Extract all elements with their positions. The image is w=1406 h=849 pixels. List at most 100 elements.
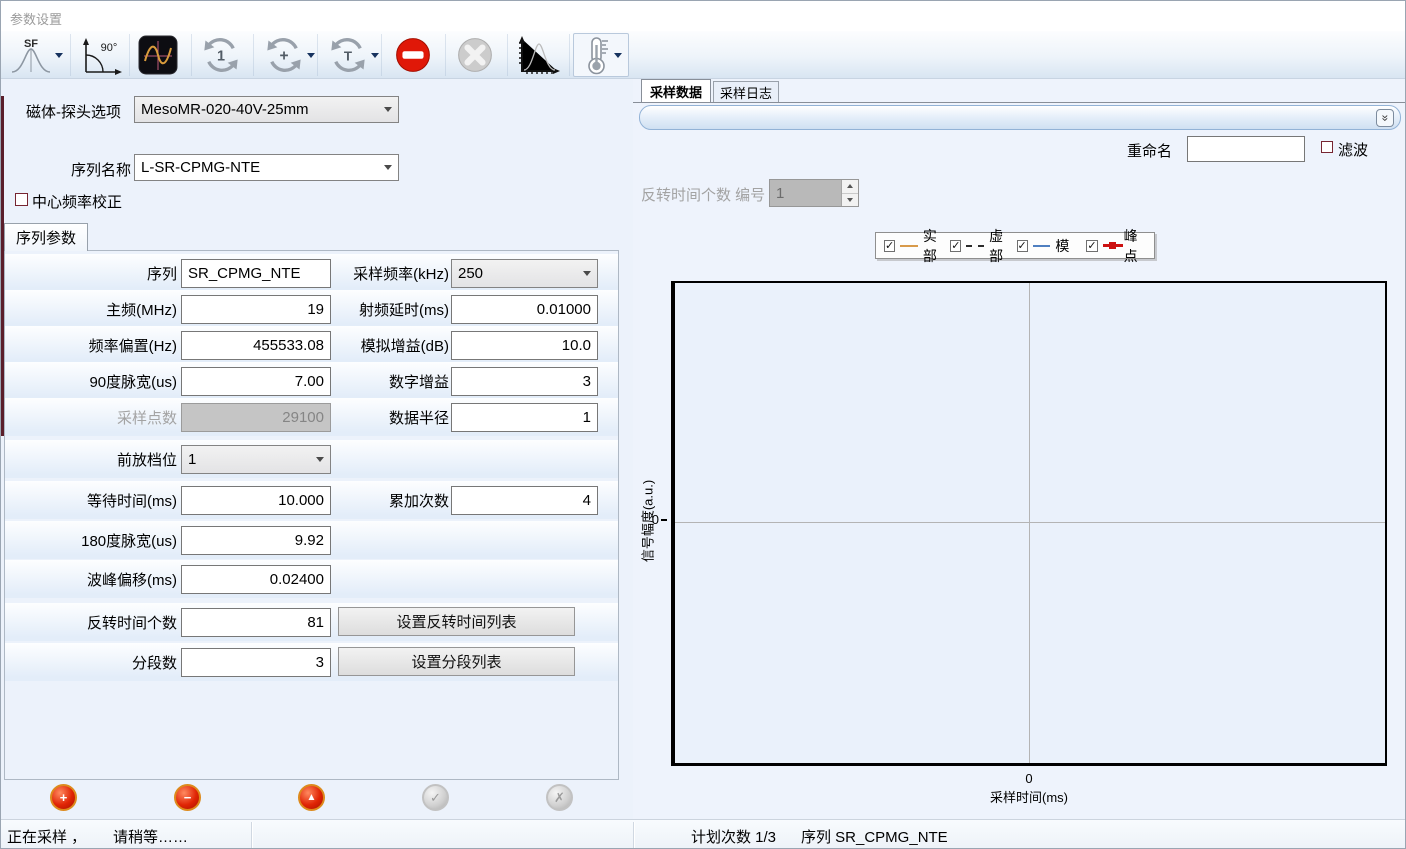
- filter-checkbox-label: 滤波: [1338, 139, 1368, 160]
- stop-button[interactable]: [389, 33, 437, 77]
- temperature-button[interactable]: [573, 33, 629, 77]
- angle-90-icon: 90°: [78, 35, 124, 75]
- chevron-down-icon: [384, 165, 392, 170]
- accumulate-count-input[interactable]: [451, 486, 598, 515]
- x-icon: ✗: [554, 790, 565, 806]
- legend-real-checkbox[interactable]: ✓: [884, 240, 895, 252]
- legend-peak-checkbox[interactable]: ✓: [1086, 240, 1097, 252]
- digital-gain-label: 数字增益: [335, 371, 449, 392]
- minus-icon: −: [184, 790, 192, 805]
- move-up-button[interactable]: ▲: [298, 784, 325, 811]
- param-row: 等待时间(ms) 累加次数: [5, 481, 618, 519]
- confirm-button-disabled: ✓: [422, 784, 449, 811]
- wait-time-input[interactable]: [181, 486, 331, 515]
- legend-imag-checkbox[interactable]: ✓: [950, 240, 961, 252]
- dropdown-arrow-icon[interactable]: [307, 53, 315, 58]
- toolbar-separator: [569, 34, 570, 76]
- pulse90-width-input[interactable]: [181, 367, 331, 396]
- legend-peak-square: [1109, 242, 1116, 249]
- x-axis-title: 采样时间(ms): [990, 787, 1068, 806]
- param-row: 波峰偏移(ms): [5, 560, 618, 598]
- loop-timed-button[interactable]: T: [323, 33, 383, 77]
- toolbar-separator: [191, 34, 192, 76]
- sequence-field-label: 序列: [5, 263, 177, 284]
- data-radius-input[interactable]: [451, 403, 598, 432]
- toolbar-separator: [70, 34, 71, 76]
- tab-sample-data[interactable]: 采样数据: [641, 79, 711, 102]
- gridline-vertical-zero: [1029, 283, 1030, 763]
- sample-points-label: 采样点数: [5, 407, 177, 428]
- sample-rate-select[interactable]: 250: [451, 259, 598, 288]
- sf-lineshape-icon: SF: [10, 35, 52, 75]
- svg-text:+: +: [279, 48, 288, 65]
- loop-once-button[interactable]: 1: [197, 33, 245, 77]
- rename-label: 重命名: [1127, 140, 1172, 161]
- param-row: 采样点数 数据半径: [5, 398, 618, 436]
- inversion-count-input[interactable]: [181, 608, 331, 637]
- segment-count-input[interactable]: [181, 648, 331, 677]
- collapse-bar[interactable]: »: [639, 105, 1401, 130]
- signal-chart-plot-area[interactable]: [671, 281, 1387, 766]
- set-inversion-list-button[interactable]: 设置反转时间列表: [338, 607, 575, 636]
- toolbar-separator: [507, 34, 508, 76]
- main-freq-input[interactable]: [181, 295, 331, 324]
- param-row: 主频(MHz) 射频延时(ms): [5, 290, 618, 328]
- set-segment-list-label: 设置分段列表: [411, 651, 501, 672]
- param-row: 180度脉宽(us): [5, 521, 618, 559]
- sequence-input[interactable]: [181, 259, 331, 288]
- x-axis-tick-label: 0: [1021, 771, 1037, 786]
- digital-gain-input[interactable]: [451, 367, 598, 396]
- probe-select[interactable]: MesoMR-020-40V-25mm: [134, 96, 399, 123]
- tab-sample-log-label: 采样日志: [720, 83, 772, 102]
- tab-sample-log[interactable]: 采样日志: [713, 81, 779, 102]
- svg-text:90°: 90°: [101, 42, 118, 54]
- inversion-index-label: 反转时间个数 编号: [641, 184, 765, 205]
- peak-offset-input[interactable]: [181, 565, 331, 594]
- spinner-up-button[interactable]: [842, 180, 858, 193]
- freq-offset-input[interactable]: [181, 331, 331, 360]
- dropdown-arrow-icon[interactable]: [371, 53, 379, 58]
- remove-button[interactable]: −: [174, 784, 201, 811]
- sf-lineshape-button[interactable]: SF: [5, 33, 67, 77]
- param-row: 序列 采样频率(kHz) 250: [5, 254, 618, 292]
- set-inversion-list-label: 设置反转时间列表: [396, 611, 516, 632]
- loop-accumulate-button[interactable]: +: [259, 33, 319, 77]
- pulse-90-calibration-button[interactable]: 90°: [75, 33, 127, 77]
- set-segment-list-button[interactable]: 设置分段列表: [338, 647, 575, 676]
- tab-sequence-params-label: 序列参数: [16, 227, 76, 248]
- legend-modulus-checkbox[interactable]: ✓: [1017, 240, 1028, 252]
- pulse180-width-input[interactable]: [181, 526, 331, 555]
- cancel-button-disabled: ✗: [546, 784, 573, 811]
- tab-sequence-params[interactable]: 序列参数: [4, 223, 88, 251]
- curve-axes-icon: [515, 35, 561, 75]
- analog-gain-input[interactable]: [451, 331, 598, 360]
- dropdown-arrow-icon[interactable]: [614, 53, 622, 58]
- curve-display-button[interactable]: [513, 33, 563, 77]
- spinner-down-button[interactable]: [842, 193, 858, 207]
- rename-input[interactable]: [1187, 136, 1305, 162]
- inversion-index-spinner: 1: [769, 179, 859, 207]
- add-button[interactable]: +: [50, 784, 77, 811]
- chevron-down-icon: [384, 107, 392, 112]
- center-freq-checkbox[interactable]: [15, 193, 28, 206]
- plus-icon: +: [60, 790, 68, 805]
- filter-checkbox[interactable]: [1321, 141, 1333, 153]
- sequence-select-value: L-SR-CPMG-NTE: [141, 159, 380, 176]
- sequence-select[interactable]: L-SR-CPMG-NTE: [134, 154, 399, 181]
- legend-imag-label: 虚部: [989, 226, 1011, 266]
- preamp-gear-value: 1: [188, 451, 312, 468]
- double-chevron-down-icon: »: [1379, 115, 1391, 122]
- status-sampling-text: 正在采样 ，: [7, 826, 86, 847]
- sine-display-button[interactable]: [135, 33, 181, 77]
- y-axis-title: 信号幅度(a.u.): [638, 480, 657, 562]
- sample-rate-value: 250: [458, 265, 579, 282]
- center-freq-checkbox-label: 中心频率校正: [32, 191, 122, 212]
- dropdown-arrow-icon[interactable]: [55, 53, 63, 58]
- preamp-gear-select[interactable]: 1: [181, 445, 331, 474]
- collapse-button[interactable]: »: [1376, 109, 1394, 127]
- rf-delay-input[interactable]: [451, 295, 598, 324]
- data-radius-label: 数据半径: [335, 407, 449, 428]
- accumulate-count-label: 累加次数: [335, 490, 449, 511]
- status-bar: 正在采样 ， 请稍等…… 计划次数 1/3 序列 SR_CPMG_NTE: [1, 819, 1406, 849]
- preamp-gear-label: 前放档位: [5, 449, 177, 470]
